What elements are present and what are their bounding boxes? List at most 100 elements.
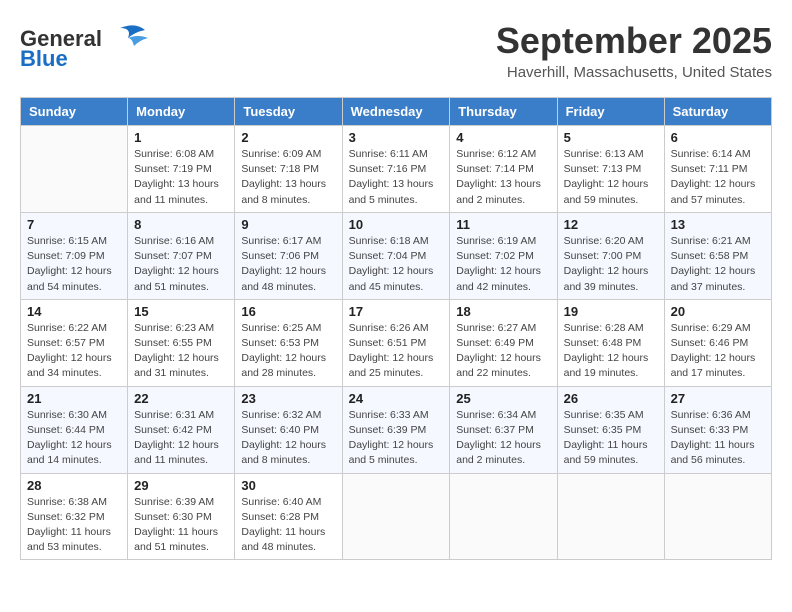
day-number: 11 bbox=[456, 217, 550, 232]
calendar-cell: 18 Sunrise: 6:27 AM Sunset: 6:49 PM Dayli… bbox=[450, 299, 557, 386]
day-number: 10 bbox=[349, 217, 444, 232]
day-info: Sunrise: 6:09 AM Sunset: 7:18 PM Dayligh… bbox=[241, 147, 335, 208]
day-info: Sunrise: 6:38 AM Sunset: 6:32 PM Dayligh… bbox=[27, 495, 121, 556]
calendar-cell: 8 Sunrise: 6:16 AM Sunset: 7:07 PM Daylig… bbox=[128, 212, 235, 299]
calendar-cell: 26 Sunrise: 6:35 AM Sunset: 6:35 PM Dayli… bbox=[557, 386, 664, 473]
calendar-cell: 11Sunrise: 6:19 AM Sunset: 7:02 PM Dayli… bbox=[450, 212, 557, 299]
day-info: Sunrise: 6:11 AM Sunset: 7:16 PM Dayligh… bbox=[349, 147, 444, 208]
column-header-wednesday: Wednesday bbox=[342, 98, 450, 126]
day-info: Sunrise: 6:23 AM Sunset: 6:55 PM Dayligh… bbox=[134, 321, 228, 382]
day-info: Sunrise: 6:16 AM Sunset: 7:07 PM Dayligh… bbox=[134, 234, 228, 295]
calendar-cell: 20Sunrise: 6:29 AM Sunset: 6:46 PM Dayli… bbox=[664, 299, 771, 386]
calendar-cell: 27Sunrise: 6:36 AM Sunset: 6:33 PM Dayli… bbox=[664, 386, 771, 473]
day-number: 7 bbox=[27, 217, 121, 232]
day-info: Sunrise: 6:31 AM Sunset: 6:42 PM Dayligh… bbox=[134, 408, 228, 469]
calendar-week-5: 28 Sunrise: 6:38 AM Sunset: 6:32 PM Dayli… bbox=[21, 473, 772, 560]
location: Haverhill, Massachusetts, United States bbox=[496, 64, 772, 81]
day-number: 1 bbox=[134, 130, 228, 145]
day-info: Sunrise: 6:32 AM Sunset: 6:40 PM Dayligh… bbox=[241, 408, 335, 469]
svg-text:Blue: Blue bbox=[20, 46, 68, 70]
calendar-cell: 22 Sunrise: 6:31 AM Sunset: 6:42 PM Dayli… bbox=[128, 386, 235, 473]
calendar-cell: 14 Sunrise: 6:22 AM Sunset: 6:57 PM Dayli… bbox=[21, 299, 128, 386]
day-info: Sunrise: 6:34 AM Sunset: 6:37 PM Dayligh… bbox=[456, 408, 550, 469]
calendar-header-row: SundayMondayTuesdayWednesdayThursdayFrid… bbox=[21, 98, 772, 126]
day-number: 14 bbox=[27, 304, 121, 319]
column-header-saturday: Saturday bbox=[664, 98, 771, 126]
day-info: Sunrise: 6:26 AM Sunset: 6:51 PM Dayligh… bbox=[349, 321, 444, 382]
calendar-cell: 24 Sunrise: 6:33 AM Sunset: 6:39 PM Dayli… bbox=[342, 386, 450, 473]
calendar-cell: 9 Sunrise: 6:17 AM Sunset: 7:06 PM Daylig… bbox=[235, 212, 342, 299]
calendar-cell: 23 Sunrise: 6:32 AM Sunset: 6:40 PM Dayli… bbox=[235, 386, 342, 473]
calendar-cell: 16 Sunrise: 6:25 AM Sunset: 6:53 PM Dayli… bbox=[235, 299, 342, 386]
calendar-cell: 28 Sunrise: 6:38 AM Sunset: 6:32 PM Dayli… bbox=[21, 473, 128, 560]
column-header-monday: Monday bbox=[128, 98, 235, 126]
day-info: Sunrise: 6:22 AM Sunset: 6:57 PM Dayligh… bbox=[27, 321, 121, 382]
calendar-cell: 2Sunrise: 6:09 AM Sunset: 7:18 PM Daylig… bbox=[235, 126, 342, 213]
column-header-thursday: Thursday bbox=[450, 98, 557, 126]
day-info: Sunrise: 6:13 AM Sunset: 7:13 PM Dayligh… bbox=[564, 147, 658, 208]
calendar-cell: 5 Sunrise: 6:13 AM Sunset: 7:13 PM Daylig… bbox=[557, 126, 664, 213]
logo: General Blue bbox=[20, 20, 154, 70]
day-info: Sunrise: 6:30 AM Sunset: 6:44 PM Dayligh… bbox=[27, 408, 121, 469]
calendar-cell: 3 Sunrise: 6:11 AM Sunset: 7:16 PM Daylig… bbox=[342, 126, 450, 213]
day-number: 28 bbox=[27, 478, 121, 493]
day-info: Sunrise: 6:14 AM Sunset: 7:11 PM Dayligh… bbox=[671, 147, 765, 208]
day-number: 19 bbox=[564, 304, 658, 319]
title-section: September 2025 Haverhill, Massachusetts,… bbox=[496, 20, 772, 81]
calendar-cell: 29Sunrise: 6:39 AM Sunset: 6:30 PM Dayli… bbox=[128, 473, 235, 560]
calendar-cell: 17Sunrise: 6:26 AM Sunset: 6:51 PM Dayli… bbox=[342, 299, 450, 386]
calendar-cell bbox=[342, 473, 450, 560]
calendar-cell: 4 Sunrise: 6:12 AM Sunset: 7:14 PM Daylig… bbox=[450, 126, 557, 213]
day-info: Sunrise: 6:40 AM Sunset: 6:28 PM Dayligh… bbox=[241, 495, 335, 556]
day-number: 23 bbox=[241, 391, 335, 406]
day-number: 24 bbox=[349, 391, 444, 406]
day-number: 29 bbox=[134, 478, 228, 493]
calendar-week-2: 7 Sunrise: 6:15 AM Sunset: 7:09 PM Daylig… bbox=[21, 212, 772, 299]
day-number: 5 bbox=[564, 130, 658, 145]
day-number: 26 bbox=[564, 391, 658, 406]
calendar-cell bbox=[450, 473, 557, 560]
day-number: 8 bbox=[134, 217, 228, 232]
calendar-cell: 1Sunrise: 6:08 AM Sunset: 7:19 PM Daylig… bbox=[128, 126, 235, 213]
day-info: Sunrise: 6:35 AM Sunset: 6:35 PM Dayligh… bbox=[564, 408, 658, 469]
day-number: 18 bbox=[456, 304, 550, 319]
month-title: September 2025 bbox=[496, 20, 772, 62]
day-info: Sunrise: 6:12 AM Sunset: 7:14 PM Dayligh… bbox=[456, 147, 550, 208]
day-number: 3 bbox=[349, 130, 444, 145]
day-info: Sunrise: 6:27 AM Sunset: 6:49 PM Dayligh… bbox=[456, 321, 550, 382]
calendar-cell: 10 Sunrise: 6:18 AM Sunset: 7:04 PM Dayli… bbox=[342, 212, 450, 299]
day-info: Sunrise: 6:36 AM Sunset: 6:33 PM Dayligh… bbox=[671, 408, 765, 469]
calendar-cell: 21 Sunrise: 6:30 AM Sunset: 6:44 PM Dayli… bbox=[21, 386, 128, 473]
calendar-cell bbox=[557, 473, 664, 560]
day-number: 4 bbox=[456, 130, 550, 145]
calendar-week-1: 1Sunrise: 6:08 AM Sunset: 7:19 PM Daylig… bbox=[21, 126, 772, 213]
day-info: Sunrise: 6:17 AM Sunset: 7:06 PM Dayligh… bbox=[241, 234, 335, 295]
calendar-week-3: 14 Sunrise: 6:22 AM Sunset: 6:57 PM Dayli… bbox=[21, 299, 772, 386]
day-info: Sunrise: 6:29 AM Sunset: 6:46 PM Dayligh… bbox=[671, 321, 765, 382]
day-number: 21 bbox=[27, 391, 121, 406]
day-info: Sunrise: 6:21 AM Sunset: 6:58 PM Dayligh… bbox=[671, 234, 765, 295]
day-info: Sunrise: 6:15 AM Sunset: 7:09 PM Dayligh… bbox=[27, 234, 121, 295]
day-number: 13 bbox=[671, 217, 765, 232]
day-number: 30 bbox=[241, 478, 335, 493]
calendar-cell: 6 Sunrise: 6:14 AM Sunset: 7:11 PM Daylig… bbox=[664, 126, 771, 213]
day-info: Sunrise: 6:25 AM Sunset: 6:53 PM Dayligh… bbox=[241, 321, 335, 382]
calendar-cell bbox=[21, 126, 128, 213]
calendar-cell: 12 Sunrise: 6:20 AM Sunset: 7:00 PM Dayli… bbox=[557, 212, 664, 299]
column-header-tuesday: Tuesday bbox=[235, 98, 342, 126]
logo-icon: General Blue bbox=[20, 20, 150, 70]
column-header-friday: Friday bbox=[557, 98, 664, 126]
day-info: Sunrise: 6:18 AM Sunset: 7:04 PM Dayligh… bbox=[349, 234, 444, 295]
day-info: Sunrise: 6:28 AM Sunset: 6:48 PM Dayligh… bbox=[564, 321, 658, 382]
calendar-cell: 25Sunrise: 6:34 AM Sunset: 6:37 PM Dayli… bbox=[450, 386, 557, 473]
day-number: 22 bbox=[134, 391, 228, 406]
column-header-sunday: Sunday bbox=[21, 98, 128, 126]
day-number: 6 bbox=[671, 130, 765, 145]
day-number: 9 bbox=[241, 217, 335, 232]
calendar-cell: 15Sunrise: 6:23 AM Sunset: 6:55 PM Dayli… bbox=[128, 299, 235, 386]
day-info: Sunrise: 6:20 AM Sunset: 7:00 PM Dayligh… bbox=[564, 234, 658, 295]
day-number: 16 bbox=[241, 304, 335, 319]
day-info: Sunrise: 6:33 AM Sunset: 6:39 PM Dayligh… bbox=[349, 408, 444, 469]
calendar-cell: 30 Sunrise: 6:40 AM Sunset: 6:28 PM Dayli… bbox=[235, 473, 342, 560]
day-number: 12 bbox=[564, 217, 658, 232]
